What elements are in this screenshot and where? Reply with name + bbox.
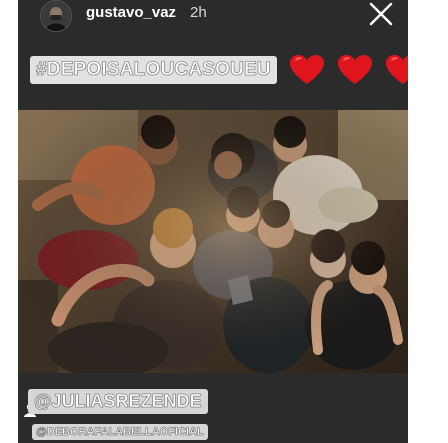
profile-avatar[interactable] [40, 0, 72, 32]
hashtag-sticker-row: #DEPOISALOUCASOUEU [30, 55, 408, 85]
avatar-image [41, 1, 71, 31]
heart-icon [337, 55, 372, 84]
post-time: 2h [190, 4, 207, 21]
story-viewer[interactable]: gustavo_vaz 2h #DEPOISALOUCASOUEU @JULIA… [18, 0, 408, 443]
heart-icon [385, 55, 408, 84]
mention-sticker[interactable]: @DEBORAFALABELLAOFICIAL [32, 424, 208, 440]
username[interactable]: gustavo_vaz [86, 4, 176, 21]
hashtag-sticker[interactable]: #DEPOISALOUCASOUEU [30, 56, 277, 84]
story-header: gustavo_vaz 2h [18, 0, 408, 32]
heart-icon [289, 55, 324, 84]
group-photo[interactable] [18, 110, 408, 373]
mention-sticker[interactable]: @JULIASREZENDE [28, 389, 208, 414]
close-icon[interactable] [368, 1, 394, 27]
